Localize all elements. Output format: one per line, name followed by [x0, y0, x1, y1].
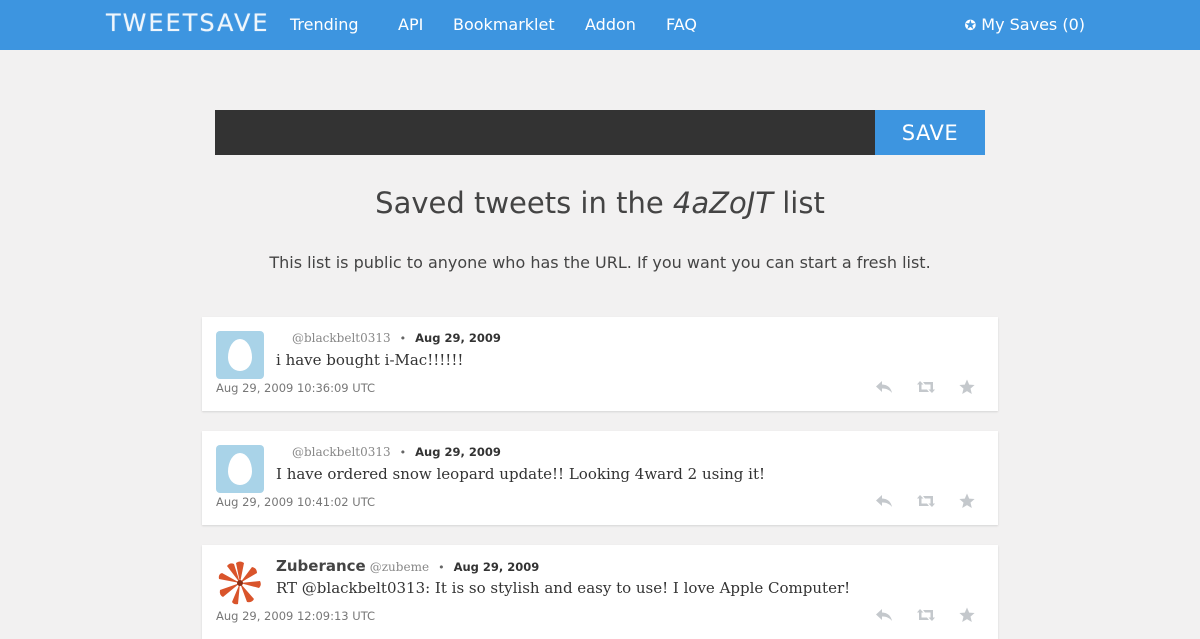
nav-bookmarklet[interactable]: Bookmarklet	[453, 15, 555, 34]
favorite-icon[interactable]	[957, 377, 977, 397]
tweet-handle[interactable]: @blackbelt0313	[292, 445, 391, 459]
tweet-handle[interactable]: @blackbelt0313	[292, 331, 391, 345]
tweet-author-name[interactable]: Zuberance	[276, 557, 366, 575]
retweet-icon[interactable]	[916, 377, 936, 397]
my-saves-label: My Saves (0)	[981, 15, 1085, 34]
tweet-timestamp: Aug 29, 2009 10:41:02 UTC	[216, 495, 376, 509]
tweet-url-input[interactable]	[215, 110, 875, 155]
my-saves-link[interactable]: ✪ My Saves (0)	[965, 15, 1085, 34]
tweet-text: i have bought i-Mac!!!!!!	[276, 351, 464, 369]
retweet-icon[interactable]	[916, 605, 936, 625]
pinwheel-avatar[interactable]	[216, 559, 264, 607]
tweet-date[interactable]: Aug 29, 2009	[415, 331, 501, 345]
nav-trending[interactable]: Trending	[290, 15, 359, 34]
tweet-text: I have ordered snow leopard update!! Loo…	[276, 465, 765, 483]
tweet-text: RT @blackbelt0313: It is so stylish and …	[276, 579, 851, 597]
tweet-header: @blackbelt0313 • Aug 29, 2009	[276, 445, 501, 459]
tweet-timestamp: Aug 29, 2009 10:36:09 UTC	[216, 381, 376, 395]
favorite-icon[interactable]	[957, 605, 977, 625]
reply-icon[interactable]	[874, 605, 894, 625]
gear-star-icon: ✪	[964, 18, 977, 34]
tweet-date[interactable]: Aug 29, 2009	[415, 445, 501, 459]
nav-addon[interactable]: Addon	[585, 15, 636, 34]
page-title: Saved tweets in the 4aZoJT list	[0, 186, 1200, 220]
tweet-header: @blackbelt0313 • Aug 29, 2009	[276, 331, 501, 345]
title-suffix: list	[773, 186, 825, 220]
top-navbar: TWEETSAVE Trending API Bookmarklet Addon…	[0, 0, 1200, 50]
separator-dot: •	[399, 332, 407, 345]
egg-avatar[interactable]	[216, 445, 264, 493]
retweet-icon[interactable]	[916, 491, 936, 511]
reply-icon[interactable]	[874, 377, 894, 397]
tweet-date[interactable]: Aug 29, 2009	[454, 560, 540, 574]
favorite-icon[interactable]	[957, 491, 977, 511]
brand-logo[interactable]: TWEETSAVE	[106, 9, 270, 37]
list-id: 4aZoJT	[672, 186, 774, 220]
save-button[interactable]: SAVE	[875, 110, 985, 155]
separator-dot: •	[399, 446, 407, 459]
reply-icon[interactable]	[874, 491, 894, 511]
tweet-card: Zuberance @zubeme • Aug 29, 2009 RT @blackb…	[202, 545, 998, 639]
title-prefix: Saved tweets in the	[375, 186, 673, 220]
tweet-handle[interactable]: @zubeme	[370, 560, 429, 574]
list-description: This list is public to anyone who has th…	[269, 253, 931, 272]
tweet-card: @blackbelt0313 • Aug 29, 2009 I have order…	[202, 431, 998, 525]
tweet-card: @blackbelt0313 • Aug 29, 2009 i have bough…	[202, 317, 998, 411]
separator-dot: •	[438, 561, 445, 574]
egg-avatar[interactable]	[216, 331, 264, 379]
nav-api[interactable]: API	[398, 15, 423, 34]
tweet-header: Zuberance @zubeme • Aug 29, 2009	[276, 557, 539, 575]
tweet-timestamp: Aug 29, 2009 12:09:13 UTC	[216, 609, 376, 623]
nav-faq[interactable]: FAQ	[666, 15, 697, 34]
